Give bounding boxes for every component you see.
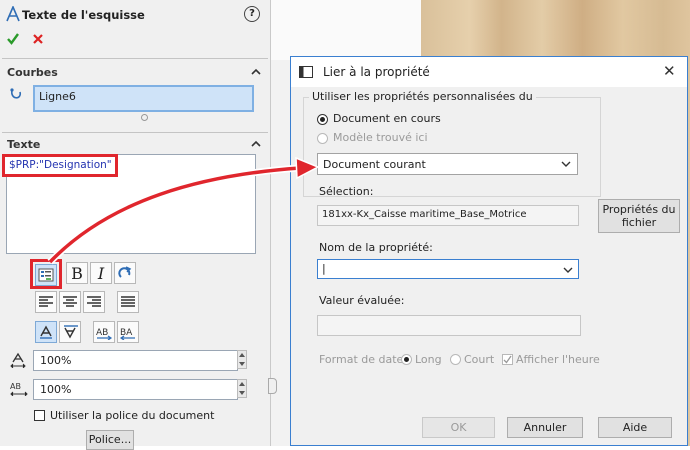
text-value[interactable]: $PRP:"Designation" (9, 159, 112, 171)
evaluated-value-label: Valeur évaluée: (319, 294, 405, 307)
text-up-button[interactable] (35, 321, 57, 343)
link-to-property-dialog: Lier à la propriété ✕ Utiliser les propr… (290, 56, 688, 446)
radio-date-long[interactable] (401, 354, 412, 365)
selection-field: 181xx-Kx_Caisse maritime_Base_Motrice (317, 205, 579, 226)
chevron-up-icon[interactable] (251, 139, 261, 149)
mirror-horizontal-icon: AB (96, 328, 113, 340)
chevron-down-icon[interactable] (563, 266, 573, 274)
bold-button[interactable]: B (66, 262, 88, 284)
spinner-arrows-icon[interactable] (238, 380, 246, 397)
file-properties-label-2: fichier (621, 216, 657, 229)
use-document-font-checkbox[interactable] (34, 410, 45, 421)
check-icon (503, 355, 512, 364)
align-right-button[interactable] (83, 291, 105, 313)
link-property-icon (38, 268, 54, 282)
sketch-text-icon (6, 6, 20, 22)
italic-button[interactable]: I (90, 262, 112, 284)
panel-collapse-handle[interactable] (268, 378, 277, 394)
radio-model-found-here[interactable] (317, 133, 328, 144)
file-properties-label-1: Propriétés du (602, 203, 676, 216)
justify-icon (121, 296, 135, 307)
link-to-property-button[interactable] (35, 264, 57, 286)
check-icon[interactable] (6, 32, 20, 46)
radio-model-found-here-label[interactable]: Modèle trouvé ici (333, 131, 428, 144)
group-label: Utiliser les propriétés personnalisées d… (309, 90, 536, 103)
resize-handle[interactable] (141, 114, 148, 121)
date-format-label: Format de date: (319, 353, 408, 366)
chevron-up-icon[interactable] (251, 67, 261, 77)
show-time-checkbox[interactable] (502, 354, 513, 365)
text-down-icon (64, 325, 78, 339)
svg-text:AB: AB (10, 382, 21, 391)
close-icon[interactable] (32, 33, 44, 45)
divider (2, 132, 268, 133)
mirror-vertical-icon: BA (119, 328, 135, 340)
property-name-label: Nom de la propriété: (319, 241, 433, 254)
dialog-title-bar: Lier à la propriété ✕ (291, 57, 687, 87)
property-name-value[interactable]: | (322, 262, 326, 275)
text-section-title: Texte (7, 138, 41, 151)
curve-item[interactable]: Ligne6 (39, 90, 76, 103)
spacing-value[interactable]: 100% (40, 383, 71, 396)
align-right-icon (87, 296, 101, 307)
width-factor-value[interactable]: 100% (40, 354, 71, 367)
radio-date-long-label[interactable]: Long (415, 353, 442, 366)
justify-button[interactable] (117, 291, 139, 313)
radio-date-short-label[interactable]: Court (464, 353, 494, 366)
use-document-font-label: Utiliser la police du document (50, 409, 215, 422)
highlight-box: $PRP:"Designation" (2, 154, 118, 177)
width-factor-icon (10, 352, 26, 368)
svg-text:BA: BA (120, 328, 133, 338)
align-center-button[interactable] (59, 291, 81, 313)
panel-title: Texte de l'esquisse (22, 8, 145, 22)
property-name-select[interactable]: | (317, 259, 579, 279)
close-icon[interactable]: ✕ (663, 62, 676, 80)
source-document-select[interactable]: Document courant (317, 153, 578, 175)
text-up-icon (40, 325, 52, 339)
rotate-button[interactable] (114, 262, 136, 284)
radio-date-short[interactable] (450, 354, 461, 365)
help-icon[interactable]: ? (244, 6, 260, 22)
file-properties-button[interactable]: Propriétés du fichier (598, 199, 680, 233)
spinner-arrows-icon[interactable] (238, 351, 246, 368)
radio-current-document-label[interactable]: Document en cours (333, 112, 441, 125)
spacing-input[interactable]: 100% (33, 379, 238, 400)
width-factor-input[interactable]: 100% (33, 350, 238, 371)
dialog-app-icon (299, 66, 313, 78)
ok-button[interactable]: OK (422, 417, 495, 438)
graphics-area-top (271, 0, 421, 60)
svg-text:AB: AB (96, 328, 108, 338)
text-down-button[interactable] (59, 321, 81, 343)
selection-label: Sélection: (319, 185, 374, 198)
width-spinner[interactable] (237, 350, 247, 369)
spacing-spinner[interactable] (237, 379, 247, 398)
selection-value: 181xx-Kx_Caisse maritime_Base_Motrice (322, 209, 527, 220)
show-time-label[interactable]: Afficher l'heure (516, 353, 600, 366)
curves-section-title: Courbes (7, 66, 58, 79)
rotate-icon (118, 266, 132, 278)
evaluated-value-field (317, 315, 581, 336)
curves-list[interactable]: Ligne6 (33, 85, 254, 112)
chevron-down-icon[interactable] (561, 160, 571, 168)
divider (2, 58, 268, 59)
cancel-button[interactable]: Annuler (507, 417, 583, 438)
align-center-icon (63, 296, 77, 307)
mirror-horizontal-button[interactable]: AB (93, 321, 115, 343)
align-left-icon (39, 296, 53, 307)
help-button[interactable]: Aide (598, 417, 672, 438)
radio-current-document[interactable] (317, 114, 328, 125)
align-left-button[interactable] (35, 291, 57, 313)
dialog-title: Lier à la propriété (323, 65, 430, 79)
font-button[interactable]: Police... (86, 430, 134, 450)
sketch-text-property-panel: Texte de l'esquisse ? Courbes Ligne6 Tex… (0, 0, 271, 450)
mirror-vertical-button[interactable]: BA (117, 321, 139, 343)
source-document-value[interactable]: Document courant (323, 158, 426, 171)
curve-selection-icon (10, 88, 21, 99)
spacing-icon: AB (10, 382, 28, 396)
